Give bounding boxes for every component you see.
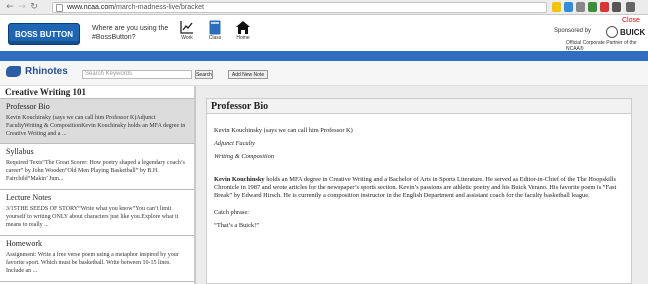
- close-button[interactable]: Close: [622, 17, 640, 24]
- note-item[interactable]: Professor Bio Kevin Kouchinsky (says we …: [0, 99, 194, 144]
- extension-icon[interactable]: [612, 2, 621, 12]
- buick-wordmark: BUICK: [620, 27, 646, 37]
- note-title: Syllabus: [6, 147, 34, 156]
- nav-work[interactable]: Work: [173, 19, 201, 41]
- address-bar[interactable]: www.ncaa.com/march-madness-live/bracket: [52, 2, 547, 13]
- buick-emblem-icon: [606, 26, 618, 38]
- nav-class-label: Class: [208, 35, 222, 41]
- note-title: Homework: [6, 239, 42, 248]
- extension-icon[interactable]: [576, 2, 585, 12]
- bio-text: holds an MFA degree in Creative Writing …: [214, 176, 617, 199]
- reload-icon[interactable]: ↻: [28, 1, 40, 13]
- url-path: /march-madness-live/bracket: [114, 4, 204, 11]
- notes-sidebar: Creative Writing 101 Professor Bio Kevin…: [0, 86, 196, 284]
- note-area: Professor Bio Kevin Kouchinsky (says we …: [196, 86, 648, 284]
- search-input[interactable]: Search Keywords: [82, 70, 192, 79]
- rhinotes-logo[interactable]: Rhinotes: [6, 66, 68, 77]
- nav-class[interactable]: Class: [201, 19, 229, 41]
- menu-icon[interactable]: [626, 2, 635, 12]
- bio-role: Adjunct Faculty: [214, 140, 255, 147]
- nav-home-label: Home: [236, 35, 250, 41]
- nav-home[interactable]: Home: [229, 19, 257, 41]
- note-body[interactable]: Kevin Kouchinsky (says we can call him P…: [207, 127, 631, 230]
- bio-dept: Writing & Composition: [214, 153, 275, 160]
- nav-work-label: Work: [181, 35, 193, 41]
- note-preview: Required Texts“The Great Scorer: How poe…: [6, 160, 185, 182]
- catch-label: Catch phrase:: [214, 209, 249, 216]
- bio-paragraph: Kevin Kouchinsky holds an MFA degree in …: [214, 176, 626, 200]
- note-item[interactable]: Syllabus Required Texts“The Great Scorer…: [0, 144, 194, 190]
- course-title: Creative Writing 101: [0, 86, 194, 99]
- url-host: www.ncaa.com: [67, 4, 115, 11]
- rhinotes-brand: Rhinotes: [25, 66, 68, 77]
- back-icon[interactable]: ←: [4, 1, 16, 13]
- bio-name-line: Kevin Kouchinsky (says we can call him P…: [214, 127, 353, 134]
- prompt-line-1: Where are you using the: [92, 25, 169, 32]
- note-item[interactable]: Homework Assignment: Write a free verse …: [0, 236, 194, 282]
- note-preview: 3/15THE SEEDS OF STORY“Write what you kn…: [6, 206, 179, 228]
- bookmark-star-icon[interactable]: [552, 2, 561, 12]
- chart-icon: [179, 19, 195, 35]
- note-title: Professor Bio: [6, 102, 50, 111]
- mode-nav: Work Class Home: [173, 19, 257, 41]
- rhino-icon: [6, 66, 21, 77]
- note-preview: Assignment: Write a free verse poem usin…: [6, 252, 179, 274]
- forward-icon[interactable]: →: [16, 1, 28, 13]
- boss-button-logo[interactable]: BOSS BUTTON: [8, 23, 80, 45]
- note-preview: Kevin Kouchinsky (says we can call him P…: [6, 115, 186, 137]
- accent-bar: [0, 51, 648, 61]
- search-button[interactable]: Search: [195, 70, 213, 79]
- extension-icon[interactable]: [588, 2, 597, 12]
- note-item[interactable]: Lecture Notes 3/15THE SEEDS OF STORY“Wri…: [0, 190, 194, 236]
- note-panel: Professor Bio Kevin Kouchinsky (says we …: [206, 98, 632, 284]
- note-title: Lecture Notes: [6, 193, 52, 202]
- boss-button-prompt: Where are you using the #BossButton?: [92, 24, 168, 42]
- note-heading: Professor Bio: [207, 99, 631, 114]
- sponsored-by-label: Sponsored by: [554, 28, 592, 34]
- catch-phrase: “That’s a Buick!”: [214, 222, 260, 229]
- buick-logo[interactable]: BUICK: [606, 26, 645, 38]
- add-note-button[interactable]: Add New Note: [228, 70, 268, 79]
- extension-icon[interactable]: [600, 2, 609, 12]
- extension-icon[interactable]: [564, 2, 573, 12]
- page-icon: [56, 3, 63, 12]
- book-icon: [207, 19, 223, 35]
- bio-name: Kevin Kouchinsky: [214, 176, 265, 183]
- home-icon: [235, 19, 251, 35]
- prompt-line-2: #BossButton?: [92, 34, 136, 41]
